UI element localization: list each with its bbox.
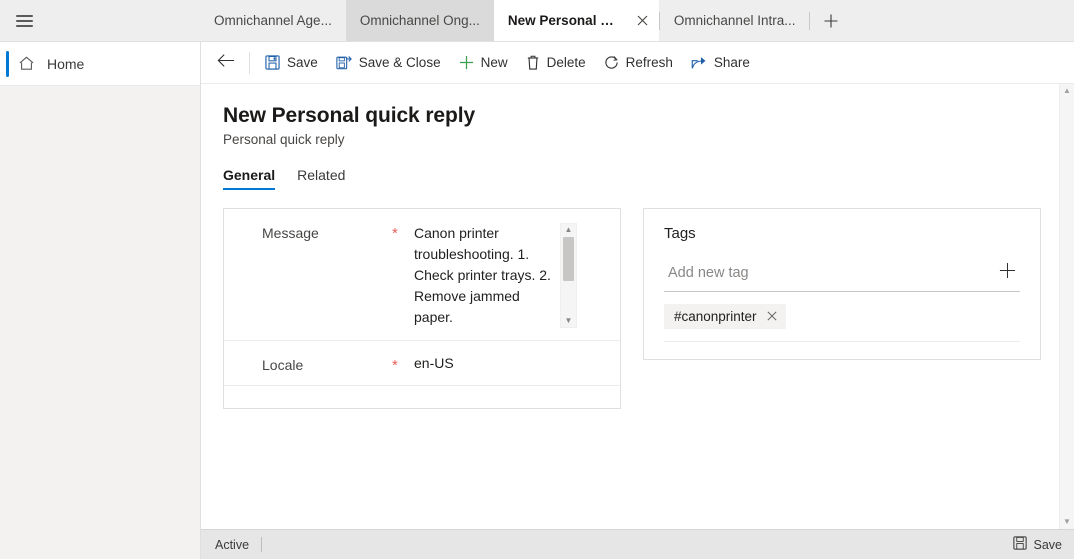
command-bar-divider (249, 51, 250, 74)
hamburger-icon (15, 12, 33, 30)
new-button[interactable]: New (450, 46, 517, 80)
command-label: Save (287, 55, 318, 70)
message-text: Canon printer troubleshooting. 1. Check … (414, 225, 551, 325)
scrollbar-track[interactable] (561, 234, 576, 317)
status-save-button[interactable]: Save (1012, 536, 1063, 553)
new-tab-button[interactable] (810, 0, 852, 41)
message-textarea[interactable]: Canon printer troubleshooting. 1. Check … (414, 223, 606, 328)
refresh-icon (604, 55, 619, 70)
status-bar: Active Save (201, 529, 1074, 559)
plus-icon (459, 55, 474, 70)
tab-label: Omnichannel Age... (214, 13, 332, 28)
hamburger-menu-button[interactable] (0, 0, 48, 41)
command-label: Save & Close (358, 55, 441, 70)
tag-chip-label: #canonprinter (674, 309, 757, 324)
tag-input-row (664, 260, 1020, 292)
command-bar: Save Save & Close New Delete Refresh Sha… (201, 42, 1074, 84)
main-panel: Save Save & Close New Delete Refresh Sha… (201, 42, 1074, 559)
required-indicator: * (392, 225, 398, 242)
tab-list: Omnichannel Age... Omnichannel Ong... Ne… (200, 0, 1074, 41)
sidebar-item-label: Home (47, 55, 85, 72)
command-label: Delete (546, 55, 586, 70)
command-label: Refresh (625, 55, 673, 70)
share-icon (691, 55, 707, 70)
tag-chip-list: #canonprinter (664, 304, 1020, 342)
plus-icon (999, 262, 1016, 284)
tab-label: New Personal quick reply (507, 13, 621, 28)
page-subtitle: Personal quick reply (223, 132, 345, 147)
delete-button[interactable]: Delete (517, 46, 595, 80)
browser-tab-strip: Omnichannel Age... Omnichannel Ong... Ne… (0, 0, 1074, 42)
general-fields-card: Message * Canon printer troubleshooting.… (223, 208, 621, 409)
tab-general[interactable]: General (223, 167, 276, 190)
scroll-down-icon[interactable]: ▼ (1063, 518, 1071, 526)
status-left-group: Active (215, 537, 263, 552)
back-button[interactable] (209, 46, 243, 80)
tab-label: Omnichannel Intra... (673, 13, 796, 28)
tab-omnichannel-agent[interactable]: Omnichannel Age... (200, 0, 346, 41)
field-value: Canon printer troubleshooting. 1. Check … (414, 223, 606, 328)
plus-icon (824, 14, 838, 28)
field-label: Message (262, 225, 319, 241)
tab-new-personal-quick-reply[interactable]: New Personal quick reply (493, 0, 659, 41)
locale-value[interactable]: en-US (414, 355, 606, 371)
save-and-close-button[interactable]: Save & Close (327, 46, 450, 80)
record-state-label: Active (215, 537, 250, 552)
form-content-inner: New Personal quick reply Personal quick … (201, 84, 1074, 409)
content-scrollbar[interactable]: ▲ ▼ (1059, 84, 1074, 529)
field-label: Locale (262, 357, 304, 373)
form-tab-list: General Related (223, 167, 1044, 190)
refresh-button[interactable]: Refresh (595, 46, 682, 80)
home-icon (18, 55, 35, 72)
save-button[interactable]: Save (256, 46, 327, 80)
app-window: Omnichannel Age... Omnichannel Ong... Ne… (0, 0, 1074, 559)
add-tag-input[interactable] (664, 263, 994, 283)
status-save-label: Save (1033, 537, 1063, 552)
tags-title: Tags (664, 225, 696, 242)
save-floppy-icon (265, 55, 280, 70)
status-separator (261, 537, 263, 552)
scroll-up-icon[interactable]: ▲ (565, 226, 573, 234)
arrow-left-icon (217, 53, 235, 73)
scroll-down-icon[interactable]: ▼ (565, 317, 573, 325)
sidebar-item-home[interactable]: Home (0, 42, 200, 86)
scroll-up-icon[interactable]: ▲ (1063, 87, 1071, 95)
scrollbar-thumb[interactable] (563, 237, 574, 281)
tab-label: Omnichannel Ong... (359, 13, 480, 28)
field-message: Message * Canon printer troubleshooting.… (224, 209, 620, 341)
page-title: New Personal quick reply (223, 104, 476, 127)
field-locale: Locale * en-US (224, 341, 620, 386)
required-indicator: * (392, 357, 398, 374)
tab-omnichannel-ongoing[interactable]: Omnichannel Ong... (345, 0, 494, 41)
body-region: Home Save Save & Close New Delete Refres… (0, 42, 1074, 559)
trash-icon (526, 55, 540, 70)
command-label: Share (713, 55, 750, 70)
tag-chip[interactable]: #canonprinter (664, 304, 786, 329)
message-scrollbar[interactable]: ▲ ▼ (560, 223, 577, 328)
form-columns: Message * Canon printer troubleshooting.… (223, 208, 1044, 409)
tabstrip-spacer (48, 0, 200, 41)
close-icon[interactable] (633, 11, 653, 31)
tab-omnichannel-intraday[interactable]: Omnichannel Intra... (660, 0, 810, 41)
share-button[interactable]: Share (682, 46, 759, 80)
add-tag-button[interactable] (994, 260, 1020, 286)
save-and-close-icon (336, 55, 352, 70)
form-content-area: New Personal quick reply Personal quick … (201, 84, 1074, 529)
tags-card: Tags #ca (643, 208, 1041, 360)
tab-related[interactable]: Related (297, 167, 345, 190)
save-floppy-icon (1012, 536, 1027, 553)
close-icon[interactable] (767, 310, 777, 323)
command-label: New (480, 55, 508, 70)
sidebar-selection-indicator (6, 51, 9, 77)
sidebar: Home (0, 42, 201, 559)
